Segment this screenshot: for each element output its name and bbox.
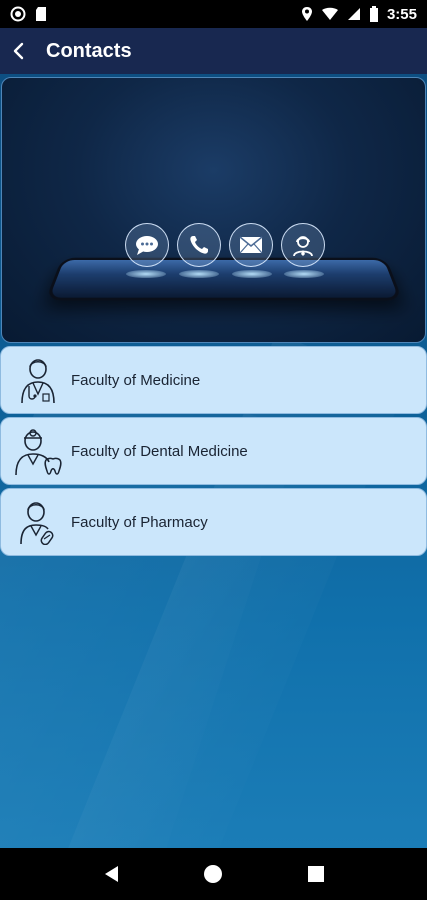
- glow-1: [126, 270, 166, 278]
- location-icon: [301, 7, 312, 21]
- chat-icon: [125, 223, 169, 267]
- pharmacist-icon: [9, 494, 67, 550]
- phone-illustration: [45, 257, 403, 301]
- back-button[interactable]: [2, 28, 36, 74]
- recents-square-icon: [307, 866, 324, 882]
- nav-home-button[interactable]: [193, 854, 233, 894]
- list-item-faculty-pharmacy[interactable]: Faculty of Pharmacy: [0, 488, 427, 556]
- back-arrow-icon: [13, 42, 24, 60]
- system-nav-bar: [0, 848, 427, 900]
- signal-icon: [347, 8, 360, 20]
- status-bar: 3:55: [0, 0, 427, 28]
- status-right: 3:55: [301, 6, 417, 23]
- list-item-label: Faculty of Dental Medicine: [71, 442, 248, 460]
- status-time: 3:55: [386, 5, 417, 23]
- glow-3: [232, 270, 272, 278]
- phone-icon: [177, 223, 221, 267]
- list-item-faculty-medicine[interactable]: Faculty of Medicine: [0, 346, 427, 414]
- back-triangle-icon: [105, 866, 119, 882]
- nav-recents-button[interactable]: [296, 854, 336, 894]
- support-agent-icon: [281, 223, 325, 267]
- home-circle-icon: [204, 865, 223, 883]
- dentist-icon: [9, 423, 67, 479]
- content-area: Faculty of Medicine Faculty of Dental Me…: [0, 74, 427, 848]
- faculty-list: Faculty of Medicine Faculty of Dental Me…: [0, 346, 427, 559]
- sd-card-icon: [36, 7, 46, 21]
- battery-icon: [369, 6, 378, 22]
- list-item-label: Faculty of Medicine: [71, 371, 201, 389]
- page-title: Contacts: [46, 39, 132, 62]
- mail-icon: [229, 223, 273, 267]
- glow-2: [179, 270, 219, 278]
- status-left: [10, 6, 48, 22]
- wifi-icon: [321, 7, 338, 20]
- glow-4: [284, 270, 324, 278]
- circle-notification-icon: [10, 6, 26, 22]
- app-bar: Contacts: [0, 28, 427, 74]
- doctor-icon: [9, 352, 67, 408]
- contact-banner: [1, 77, 426, 343]
- list-item-faculty-dental-medicine[interactable]: Faculty of Dental Medicine: [0, 417, 427, 485]
- nav-back-button[interactable]: [91, 854, 131, 894]
- list-item-label: Faculty of Pharmacy: [71, 513, 208, 531]
